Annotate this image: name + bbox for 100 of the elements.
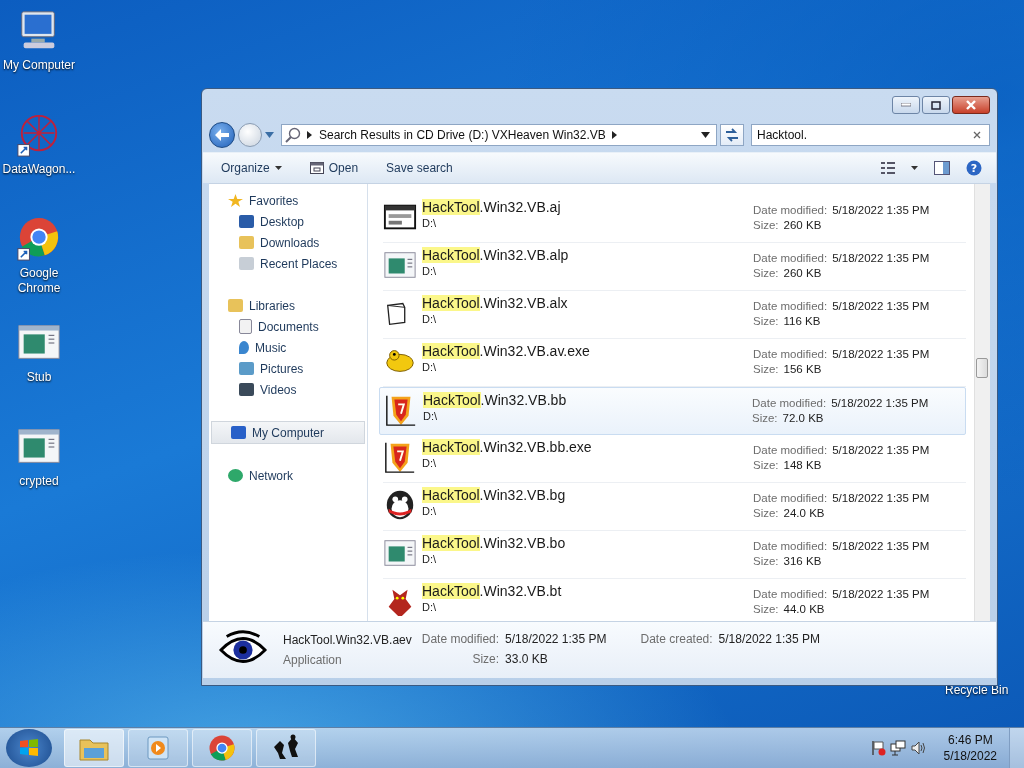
scrollbar[interactable]: [974, 184, 990, 621]
nav-icon: [239, 257, 254, 270]
minimize-icon: [901, 103, 911, 107]
help-button[interactable]: ?: [960, 157, 988, 179]
file-row[interactable]: HackTool.Win32.VB.bo D:\ Date modified: 5/18/2022 1:35 PM Size: 316 KB: [383, 531, 966, 579]
toolbar-button[interactable]: Organize: [215, 157, 288, 179]
file-name: HackTool.Win32.VB.aev: [283, 633, 412, 647]
file-name: HackTool.Win32.VB.bo: [422, 534, 567, 552]
field-label: Date modified:: [753, 204, 828, 216]
nav-icon: [239, 319, 252, 334]
nav-item[interactable]: Documents: [209, 316, 367, 337]
clock-date[interactable]: 5/18/2022: [943, 749, 997, 763]
caret-icon: [911, 166, 918, 170]
file-size: 316 KB: [783, 555, 822, 567]
field-label: Date modified:: [753, 540, 828, 552]
file-size: 33.0 KB: [505, 652, 549, 666]
clear-icon: [973, 131, 981, 139]
clock-time[interactable]: 6:46 PM: [947, 733, 993, 747]
desktop-icon-label[interactable]: Google Chrome: [1, 266, 77, 296]
nav-item[interactable]: Downloads: [209, 232, 367, 253]
file-size: 148 KB: [783, 459, 822, 471]
address-bar[interactable]: Search Results in CD Drive (D:) VXHeaven Win32.VB: [281, 124, 717, 146]
desktop-icon-label[interactable]: crypted: [1, 474, 77, 489]
file-location: D:\: [422, 457, 438, 469]
nav-item[interactable]: Favorites: [209, 190, 367, 211]
file-location: D:\: [422, 313, 438, 325]
file-row[interactable]: HackTool.Win32.VB.bb.exe D:\ Date modified: 5/18/2022 1:35 PM Size: 148 KB: [383, 435, 966, 483]
file-size: 260 KB: [783, 219, 822, 231]
field-label: Size:: [752, 412, 778, 424]
left-arrow-icon: [214, 128, 230, 142]
field-label: Size:: [753, 459, 779, 471]
file-size: 72.0 KB: [782, 412, 824, 424]
field-label: Size:: [471, 652, 500, 666]
desktop-icon-label[interactable]: Stub: [1, 370, 77, 385]
taskbar-button[interactable]: [256, 729, 316, 767]
nav-icon: [239, 215, 254, 228]
minimize-button[interactable]: [892, 96, 920, 114]
file-size: 260 KB: [783, 267, 822, 279]
maximize-button[interactable]: [922, 96, 950, 114]
file-row[interactable]: HackTool.Win32.VB.alx D:\ Date modified: 5/18/2022 1:35 PM Size: 116 KB: [383, 291, 966, 339]
date-modified: 5/18/2022 1:35 PM: [505, 632, 607, 646]
field-label: Size:: [753, 315, 779, 327]
back-button[interactable]: [209, 122, 235, 148]
file-name: HackTool.Win32.VB.bb.exe: [422, 438, 593, 456]
desktop-icon-label[interactable]: My Computer: [1, 58, 77, 73]
file-name: HackTool.Win32.VB.bb: [423, 391, 568, 409]
list-view-icon: [881, 161, 895, 175]
search-field[interactable]: Hacktool.: [751, 124, 990, 146]
nav-item[interactable]: Desktop: [209, 211, 367, 232]
nav-item[interactable]: Libraries: [209, 295, 367, 316]
file-name: HackTool.Win32.VB.av.exe: [422, 342, 591, 360]
nav-item[interactable]: Recent Places: [209, 253, 367, 274]
file-name: HackTool.Win32.VB.bt: [422, 582, 563, 600]
start-button[interactable]: [6, 729, 52, 767]
field-label: Size:: [753, 267, 779, 279]
field-label: Size:: [753, 507, 779, 519]
file-size: 44.0 KB: [783, 603, 825, 615]
restore-icon: [931, 100, 941, 110]
desktop-icon-label[interactable]: DataWagon...: [1, 162, 77, 177]
field-label: Size:: [753, 555, 779, 567]
toolbar-button[interactable]: Save search: [380, 157, 459, 179]
file-row[interactable]: HackTool.Win32.VB.alp D:\ Date modified: 5/18/2022 1:35 PM Size: 260 KB: [383, 243, 966, 291]
file-row[interactable]: HackTool.Win32.VB.bb D:\ Date modified: 5/18/2022 1:35 PM Size: 72.0 KB: [379, 387, 966, 435]
chrome-icon: [207, 733, 237, 763]
refresh-button[interactable]: [720, 124, 744, 146]
close-button[interactable]: [952, 96, 990, 114]
nav-item[interactable]: Network: [209, 465, 367, 486]
breadcrumb[interactable]: Search Results in CD Drive (D:) VXHeaven Win32.VB: [319, 128, 606, 142]
file-name: HackTool.Win32.VB.bg: [422, 486, 567, 504]
volume-icon[interactable]: [909, 740, 926, 756]
file-row[interactable]: HackTool.Win32.VB.bg D:\ Date modified: 5/18/2022 1:35 PM Size: 24.0 KB: [383, 483, 966, 531]
date-created: 5/18/2022 1:35 PM: [718, 632, 820, 646]
dropdown-arrow-icon[interactable]: [265, 132, 274, 138]
nav-item[interactable]: Pictures: [209, 358, 367, 379]
toolbar-button[interactable]: Open: [303, 157, 365, 179]
file-type: Application: [283, 653, 343, 667]
file-location: D:\: [423, 410, 439, 422]
pane-icon: [934, 161, 950, 175]
nav-item[interactable]: Music: [209, 337, 367, 358]
network-icon[interactable]: [889, 740, 906, 756]
caret-icon: [274, 166, 282, 170]
date-modified: 5/18/2022 1:35 PM: [832, 492, 930, 504]
field-label: Date modified:: [753, 300, 828, 312]
file-name: HackTool.Win32.VB.alx: [422, 294, 569, 312]
date-modified: 5/18/2022 1:35 PM: [832, 348, 930, 360]
nav-icon: [239, 362, 254, 375]
date-modified: 5/18/2022 1:35 PM: [832, 300, 930, 312]
file-row[interactable]: HackTool.Win32.VB.aj D:\ Date modified: 5/18/2022 1:35 PM Size: 260 KB: [383, 195, 966, 243]
file-location: D:\: [422, 553, 438, 565]
nav-item[interactable]: Videos: [209, 379, 367, 400]
date-modified: 5/18/2022 1:35 PM: [832, 204, 930, 216]
flag-icon[interactable]: [869, 740, 886, 756]
file-name: HackTool.Win32.VB.aj: [422, 198, 562, 216]
nav-icon: [228, 299, 243, 312]
date-modified: 5/18/2022 1:35 PM: [832, 540, 930, 552]
field-label: Size:: [753, 219, 779, 231]
field-label: Date modified:: [753, 588, 828, 600]
windows-logo-icon: [18, 737, 40, 759]
nav-item[interactable]: My Computer: [211, 421, 365, 444]
nav-icon: [239, 383, 254, 396]
